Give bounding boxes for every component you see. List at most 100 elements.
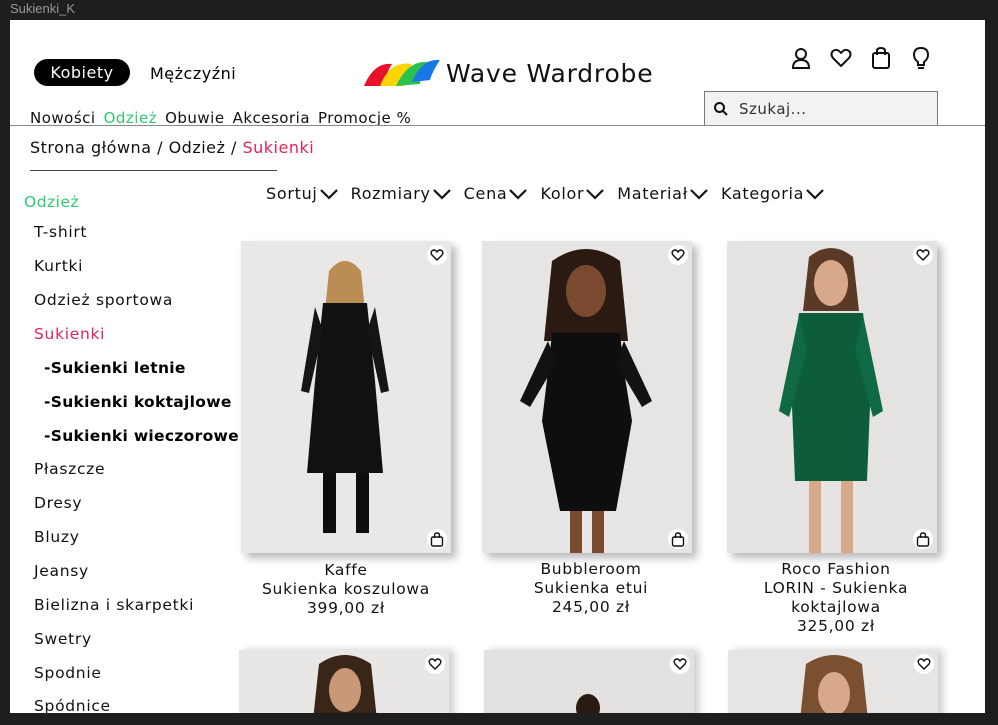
brand-logo[interactable]: Wave Wardrobe <box>362 56 653 90</box>
product-image[interactable] <box>728 650 938 713</box>
sidebar-heading[interactable]: Odzież <box>24 193 79 211</box>
sidebar-subitem-sukienki-letnie[interactable]: -Sukienki letnie <box>44 359 186 377</box>
brand-name: Wave Wardrobe <box>446 58 654 88</box>
user-icon[interactable] <box>790 46 812 70</box>
chevron-down-icon <box>509 188 528 200</box>
search-input[interactable] <box>739 99 929 119</box>
favorite-button[interactable] <box>670 654 690 674</box>
chevron-down-icon <box>690 188 708 200</box>
chevron-down-icon <box>806 188 824 200</box>
breadcrumb-parent[interactable]: Odzież <box>169 138 226 157</box>
favorite-button[interactable] <box>427 245 447 265</box>
product-image[interactable] <box>727 241 937 553</box>
filter-material[interactable]: Materiał <box>617 184 709 203</box>
filter-label: Cena <box>463 184 508 203</box>
breadcrumb-separator: / <box>225 138 243 157</box>
sidebar-item-bluzy[interactable]: Bluzy <box>34 528 80 546</box>
lightbulb-icon[interactable] <box>910 46 932 70</box>
product-price: 245,00 zł <box>551 598 630 616</box>
product-brand: Kaffe <box>324 561 368 579</box>
favorite-button[interactable] <box>913 245 933 265</box>
add-to-cart-button[interactable] <box>427 529 447 549</box>
heart-icon <box>916 249 930 261</box>
shopping-bag-icon[interactable] <box>870 46 892 70</box>
sidebar-item-jeansy[interactable]: Jeansy <box>34 562 89 580</box>
heart-icon <box>430 249 444 261</box>
product-image[interactable] <box>239 650 449 713</box>
page-canvas: Kobiety Mężczyźni Wave Wardrobe Nowości … <box>10 20 985 713</box>
heart-icon[interactable] <box>830 46 852 70</box>
favorite-button[interactable] <box>914 654 934 674</box>
sidebar-item-t-shirt[interactable]: T-shirt <box>34 223 87 241</box>
favorite-button[interactable] <box>668 245 688 265</box>
sidebar-item-plaszcze[interactable]: Płaszcze <box>34 460 105 478</box>
product-info[interactable]: Bubbleroom Sukienka etui 245,00 zł <box>486 560 696 617</box>
heart-icon <box>673 658 687 670</box>
product-brand: Bubbleroom <box>540 560 642 578</box>
search-icon <box>714 102 728 116</box>
filter-label: Kolor <box>540 184 585 203</box>
filter-kategoria[interactable]: Kategoria <box>721 184 825 203</box>
product-brand: Roco Fashion <box>781 560 891 578</box>
product-info[interactable]: Roco Fashion LORIN - Sukienka koktajlowa… <box>731 560 941 636</box>
header-icons <box>790 46 932 70</box>
add-to-cart-button[interactable] <box>668 529 688 549</box>
dress-photo <box>241 241 451 553</box>
dress-photo <box>239 650 449 713</box>
filter-label: Materiał <box>617 184 688 203</box>
product-name: Sukienka etui <box>533 579 649 597</box>
wave-logo-icon <box>364 59 440 86</box>
product-name: koktajlowa <box>791 598 881 616</box>
product-image[interactable] <box>482 241 692 553</box>
sidebar-item-bielizna[interactable]: Bielizna i skarpetki <box>34 596 194 614</box>
heart-icon <box>671 249 685 261</box>
gender-kobiety-button[interactable]: Kobiety <box>34 59 130 86</box>
product-name: Sukienka koszulowa <box>262 580 430 598</box>
shopping-bag-icon <box>671 531 685 547</box>
filter-label: Sortuj <box>266 184 318 203</box>
filter-rozmiary[interactable]: Rozmiary <box>351 184 452 203</box>
dress-photo <box>727 241 937 553</box>
search-box[interactable] <box>704 91 938 126</box>
heart-icon <box>917 658 931 670</box>
filter-bar: Sortuj Rozmiary Cena Kolor Materiał Kate… <box>266 184 825 203</box>
breadcrumb-home[interactable]: Strona główna <box>30 138 152 157</box>
sidebar-item-spodnice[interactable]: Spódnice <box>34 697 111 713</box>
shopping-bag-icon <box>430 531 444 547</box>
sidebar-item-kurtki[interactable]: Kurtki <box>34 257 83 275</box>
filter-label: Kategoria <box>720 184 805 203</box>
product-image[interactable] <box>241 241 451 553</box>
sidebar-item-dresy[interactable]: Dresy <box>34 494 82 512</box>
filter-cena[interactable]: Cena <box>464 184 529 203</box>
sidebar-subitem-sukienki-koktajlowe[interactable]: -Sukienki koktajlowe <box>44 393 232 411</box>
filter-kolor[interactable]: Kolor <box>540 184 605 203</box>
dress-photo <box>728 650 938 713</box>
product-price: 399,00 zł <box>306 599 385 617</box>
product-info[interactable]: Kaffe Sukienka koszulowa 399,00 zł <box>241 561 451 618</box>
product-name: LORIN - Sukienka <box>763 579 909 597</box>
chevron-down-icon <box>432 188 451 200</box>
heart-icon <box>428 658 442 670</box>
dress-photo <box>482 241 692 553</box>
breadcrumb-current: Sukienki <box>242 138 315 157</box>
sidebar-item-swetry[interactable]: Swetry <box>34 630 92 648</box>
chevron-down-icon <box>319 188 338 200</box>
product-image[interactable] <box>484 650 694 713</box>
filter-label: Rozmiary <box>350 184 431 203</box>
gender-mezczyzni-button[interactable]: Mężczyźni <box>150 64 236 83</box>
sidebar-item-spodnie[interactable]: Spodnie <box>34 664 102 682</box>
sidebar-item-odziez-sportowa[interactable]: Odzież sportowa <box>34 291 173 309</box>
filter-sortuj[interactable]: Sortuj <box>266 184 339 203</box>
dress-photo <box>484 650 694 713</box>
header-divider <box>10 125 985 126</box>
sidebar-item-sukienki[interactable]: Sukienki <box>34 325 105 343</box>
sidebar-subitem-sukienki-wieczorowe[interactable]: -Sukienki wieczorowe <box>44 427 239 445</box>
window-title: Sukienki_K <box>10 1 76 16</box>
favorite-button[interactable] <box>425 654 445 674</box>
breadcrumb-underline <box>30 170 277 171</box>
product-price: 325,00 zł <box>796 617 875 635</box>
shopping-bag-icon <box>916 531 930 547</box>
breadcrumb: Strona główna / Odzież / Sukienki <box>30 138 314 157</box>
add-to-cart-button[interactable] <box>913 529 933 549</box>
breadcrumb-separator: / <box>151 138 169 157</box>
